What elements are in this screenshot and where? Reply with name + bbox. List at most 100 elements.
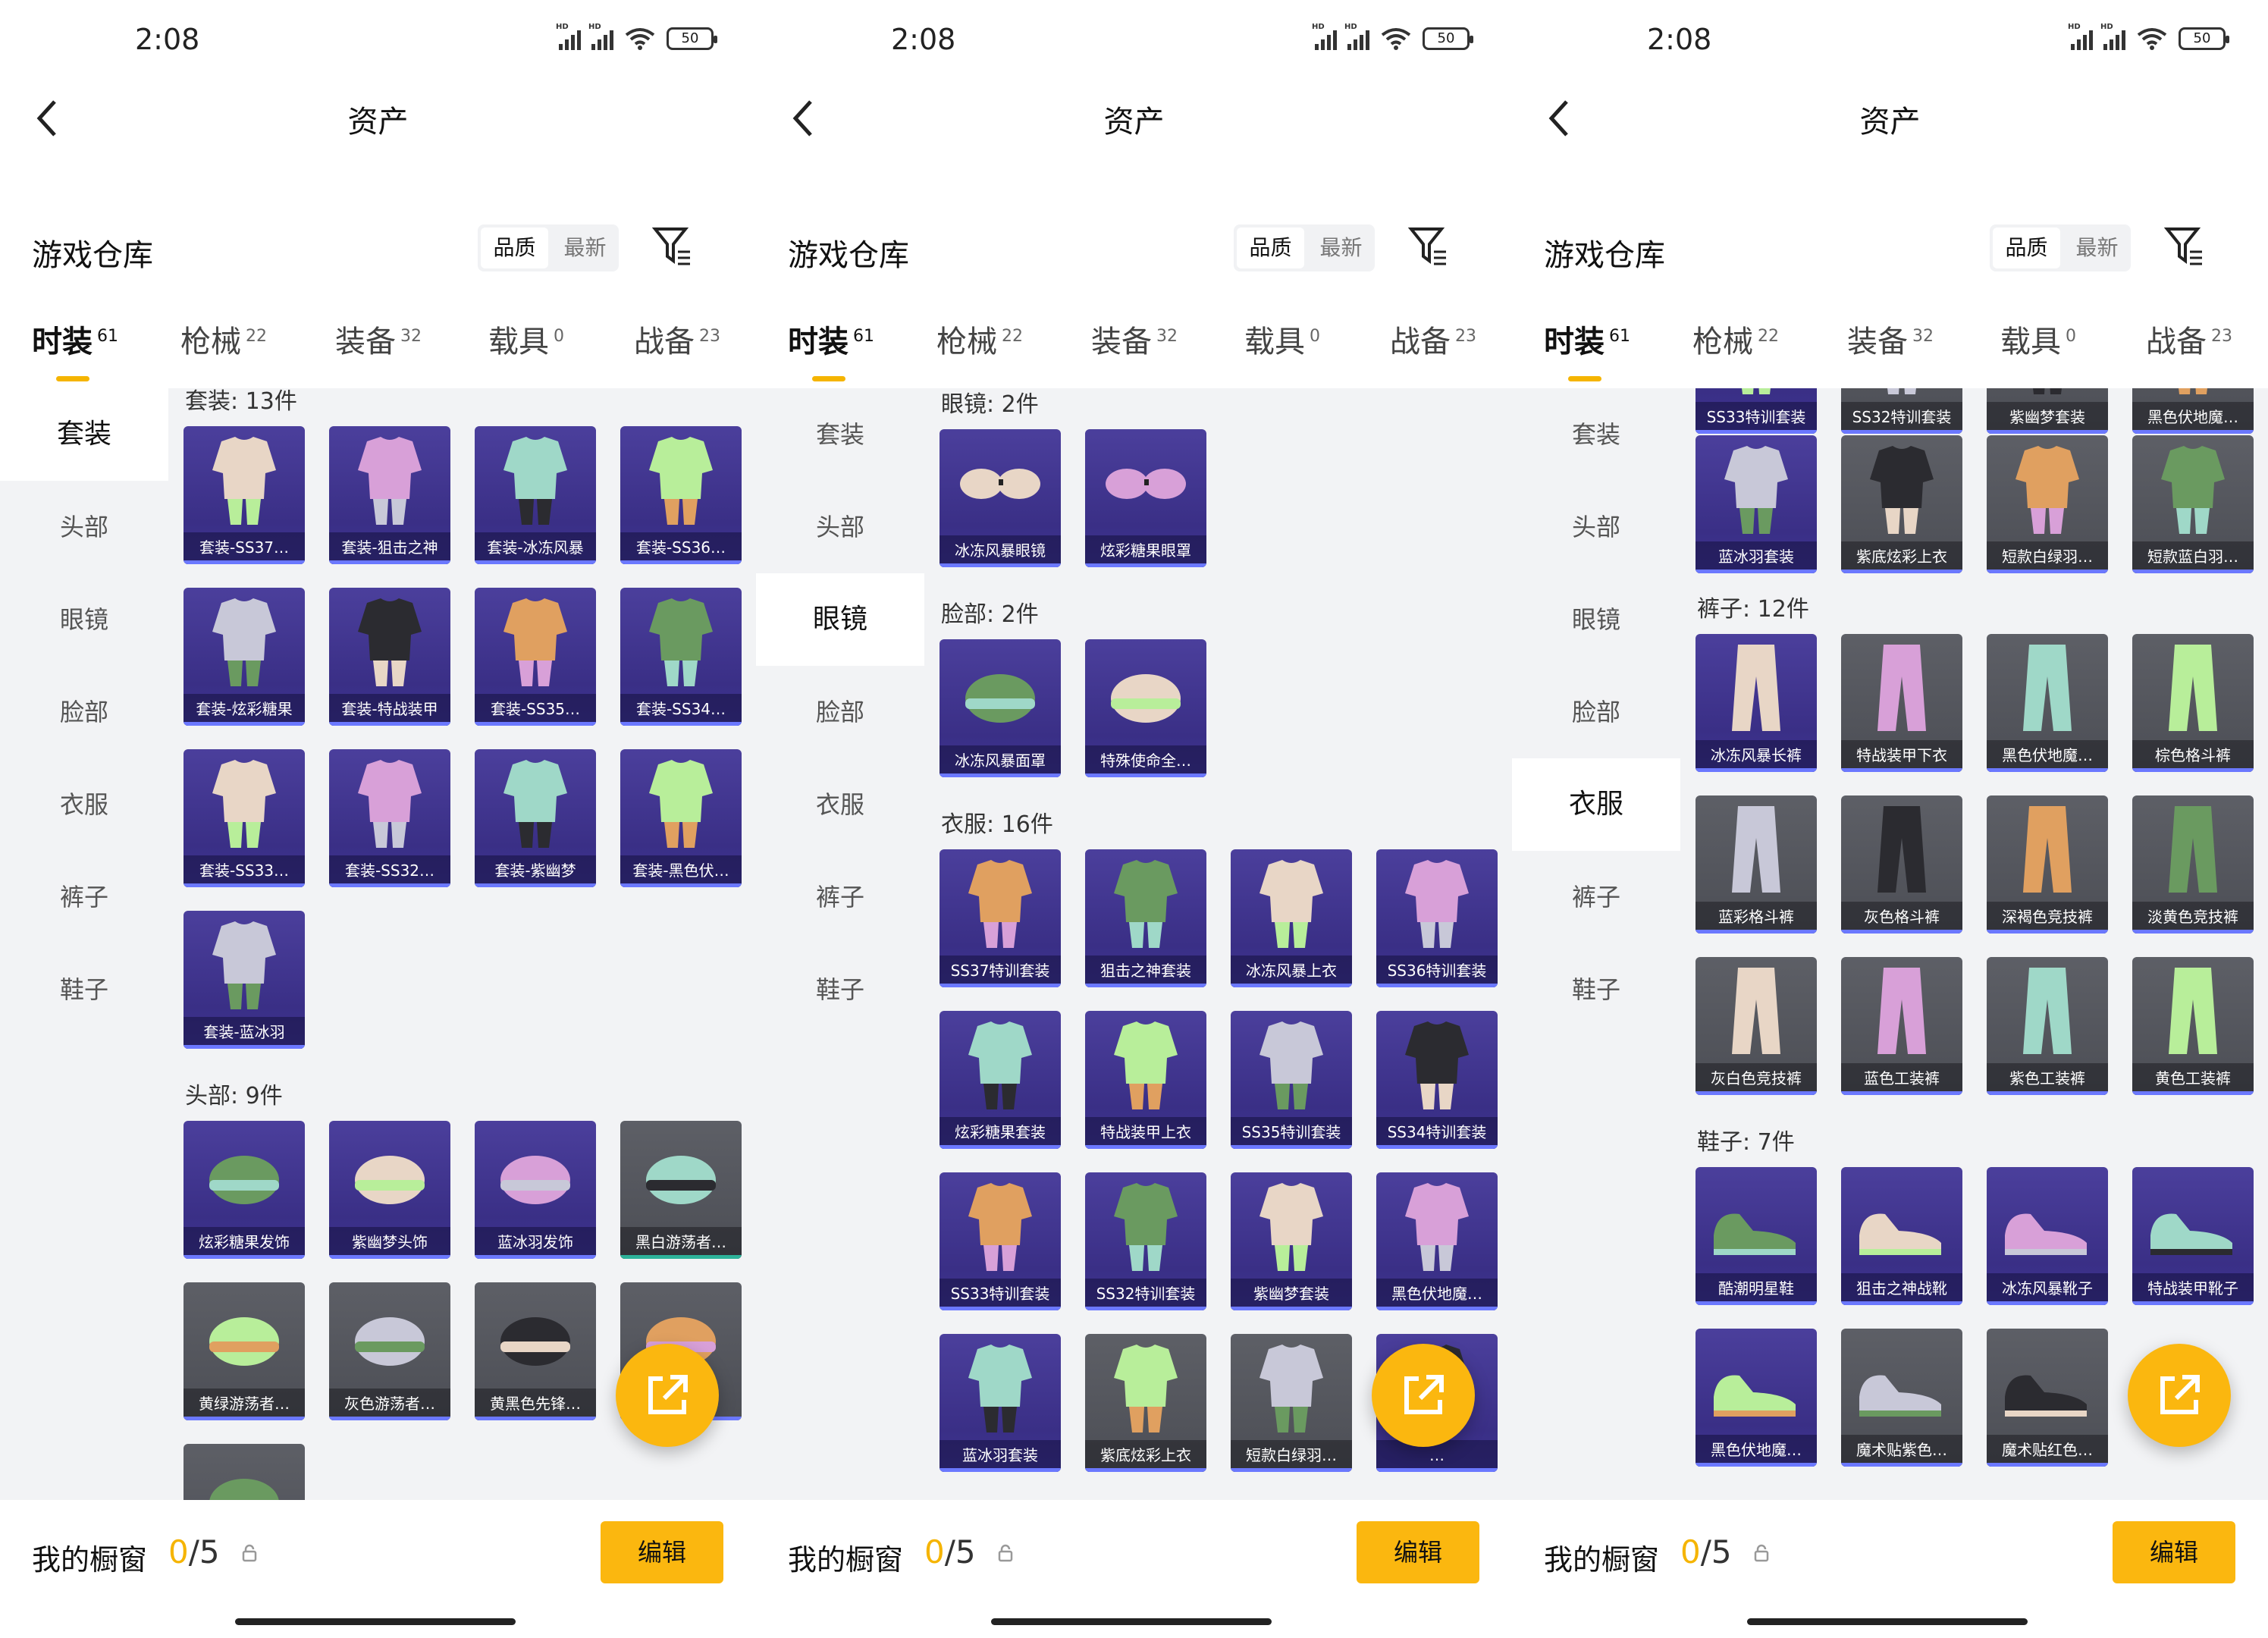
sidebar-item-head[interactable]: 头部: [756, 481, 924, 573]
sort-latest-button[interactable]: 最新: [2063, 224, 2131, 271]
edit-button[interactable]: 编辑: [1357, 1521, 1479, 1583]
grid-item[interactable]: 紫底炫彩上衣: [1841, 435, 1962, 573]
sort-quality-button[interactable]: 品质: [481, 228, 548, 268]
grid-item[interactable]: 套装-紫幽梦: [475, 749, 596, 887]
tab-fashion[interactable]: 时装 61: [32, 317, 118, 381]
grid-item[interactable]: SS32特训套装: [1085, 1172, 1206, 1310]
grid-item[interactable]: 套装-SS33…: [184, 749, 305, 887]
grid-item[interactable]: 淡黄色竞技裤: [2132, 795, 2254, 934]
grid-item[interactable]: [184, 1444, 305, 1500]
sidebar-item-head[interactable]: 头部: [0, 481, 168, 573]
grid-item[interactable]: 黑色伏地魔…: [1376, 1172, 1498, 1310]
grid-item[interactable]: 紫底炫彩上衣: [1085, 1334, 1206, 1472]
tab-guns[interactable]: 枪械 22: [1692, 317, 1779, 361]
grid-item[interactable]: 蓝冰羽发饰: [475, 1121, 596, 1259]
grid-item[interactable]: 狙击之神套装: [1085, 849, 1206, 987]
tab-vehicles[interactable]: 载具 0: [2000, 317, 2076, 361]
sidebar-item-glasses[interactable]: 眼镜: [1512, 573, 1680, 666]
grid-item[interactable]: SS33特训套装: [940, 1172, 1061, 1310]
grid-item[interactable]: 黄黑色先锋…: [475, 1282, 596, 1420]
grid-item[interactable]: 冰冻风暴眼镜: [940, 429, 1061, 567]
sidebar-item-face[interactable]: 脸部: [1512, 666, 1680, 758]
grid-item[interactable]: 酷潮明星鞋: [1696, 1167, 1817, 1305]
grid-item[interactable]: 蓝冰羽套装: [940, 1334, 1061, 1472]
sidebar-item-sets[interactable]: 套装: [756, 388, 924, 481]
grid-item[interactable]: 炫彩糖果发饰: [184, 1121, 305, 1259]
grid-item[interactable]: SS34特训套装: [1376, 1011, 1498, 1149]
sidebar-item-shoes[interactable]: 鞋子: [1512, 943, 1680, 1036]
sidebar-item-clothes[interactable]: 衣服: [0, 758, 168, 851]
grid-item[interactable]: 黑色伏地魔…: [1696, 1329, 1817, 1467]
grid-item[interactable]: SS35特训套装: [1231, 1011, 1352, 1149]
grid-item[interactable]: 套装-特战装甲: [329, 588, 450, 726]
grid-item[interactable]: 冰冻风暴上衣: [1231, 849, 1352, 987]
tab-vehicles[interactable]: 载具 0: [488, 317, 564, 361]
grid-item[interactable]: 炫彩糖果眼罩: [1085, 429, 1206, 567]
grid-item[interactable]: 黄绿游荡者…: [184, 1282, 305, 1420]
grid-item[interactable]: 套装-SS34…: [620, 588, 742, 726]
sidebar-item-head[interactable]: 头部: [1512, 481, 1680, 573]
filter-icon[interactable]: [2164, 224, 2205, 268]
sidebar-item-pants[interactable]: 裤子: [0, 851, 168, 943]
tab-supplies[interactable]: 战备 23: [634, 317, 720, 361]
sidebar-item-shoes[interactable]: 鞋子: [0, 943, 168, 1036]
grid-item[interactable]: 套装-SS32…: [329, 749, 450, 887]
grid-item[interactable]: 套装-蓝冰羽: [184, 911, 305, 1049]
grid-item[interactable]: SS37特训套装: [940, 849, 1061, 987]
grid-item[interactable]: 紫幽梦头饰: [329, 1121, 450, 1259]
grid-item[interactable]: 套装-炫彩糖果: [184, 588, 305, 726]
grid-item[interactable]: 蓝彩格斗裤: [1696, 795, 1817, 934]
sidebar-item-shoes[interactable]: 鞋子: [756, 943, 924, 1036]
grid-item[interactable]: 套装-黑色伏…: [620, 749, 742, 887]
sort-latest-button[interactable]: 最新: [551, 224, 619, 271]
grid-item[interactable]: 紫色工装裤: [1987, 957, 2108, 1095]
sidebar-item-face[interactable]: 脸部: [0, 666, 168, 758]
grid-item[interactable]: 黄色工装裤: [2132, 957, 2254, 1095]
grid-item[interactable]: 套装-SS37…: [184, 426, 305, 564]
grid-item[interactable]: 棕色格斗裤: [2132, 634, 2254, 772]
filter-icon[interactable]: [652, 224, 693, 268]
grid-item[interactable]: 紫幽梦套装: [1231, 1172, 1352, 1310]
grid-item[interactable]: 黑色伏地魔…: [1987, 634, 2108, 772]
grid-item[interactable]: 特殊使命全…: [1085, 639, 1206, 777]
tab-supplies[interactable]: 战备 23: [2146, 317, 2232, 361]
sidebar-item-clothes[interactable]: 衣服: [756, 758, 924, 851]
grid-item[interactable]: 灰色格斗裤: [1841, 795, 1962, 934]
share-button[interactable]: [616, 1344, 719, 1447]
tab-equipment[interactable]: 装备 32: [1847, 317, 1934, 361]
grid-item[interactable]: 紫幽梦套装: [1987, 388, 2108, 434]
grid-item[interactable]: 特战装甲靴子: [2132, 1167, 2254, 1305]
edit-button[interactable]: 编辑: [601, 1521, 723, 1583]
sort-quality-button[interactable]: 品质: [1993, 228, 2060, 268]
grid-item[interactable]: 套装-SS35…: [475, 588, 596, 726]
grid-item[interactable]: 灰色游荡者…: [329, 1282, 450, 1420]
tab-vehicles[interactable]: 载具 0: [1244, 317, 1320, 361]
grid-item[interactable]: SS33特训套装: [1696, 388, 1817, 434]
grid-item[interactable]: 灰白色竞技裤: [1696, 957, 1817, 1095]
grid-item[interactable]: 冰冻风暴面罩: [940, 639, 1061, 777]
grid-item[interactable]: 短款白绿羽…: [1987, 435, 2108, 573]
sidebar-item-clothes[interactable]: 衣服: [1512, 758, 1680, 851]
tab-fashion[interactable]: 时装 61: [788, 317, 874, 381]
grid-item[interactable]: 黑白游荡者…: [620, 1121, 742, 1259]
grid-item[interactable]: 蓝冰羽套装: [1696, 435, 1817, 573]
grid-item[interactable]: 短款白绿羽…: [1231, 1334, 1352, 1472]
grid-item[interactable]: 套装-SS36…: [620, 426, 742, 564]
sidebar-item-pants[interactable]: 裤子: [756, 851, 924, 943]
grid-item[interactable]: SS32特训套装: [1841, 388, 1962, 434]
share-button[interactable]: [2128, 1344, 2231, 1447]
tab-guns[interactable]: 枪械 22: [180, 317, 267, 361]
grid-item[interactable]: 蓝色工装裤: [1841, 957, 1962, 1095]
filter-icon[interactable]: [1408, 224, 1449, 268]
grid-item[interactable]: 魔术贴紫色…: [1841, 1329, 1962, 1467]
grid-item[interactable]: 特战装甲下衣: [1841, 634, 1962, 772]
grid-item[interactable]: 炫彩糖果套装: [940, 1011, 1061, 1149]
grid-item[interactable]: 冰冻风暴长裤: [1696, 634, 1817, 772]
grid-item[interactable]: 黑色伏地魔…: [2132, 388, 2254, 434]
sidebar-item-glasses[interactable]: 眼镜: [756, 573, 924, 666]
grid-item[interactable]: 深褐色竞技裤: [1987, 795, 2108, 934]
grid-item[interactable]: 狙击之神战靴: [1841, 1167, 1962, 1305]
tab-supplies[interactable]: 战备 23: [1390, 317, 1476, 361]
tab-equipment[interactable]: 装备 32: [335, 317, 422, 361]
share-button[interactable]: [1372, 1344, 1475, 1447]
